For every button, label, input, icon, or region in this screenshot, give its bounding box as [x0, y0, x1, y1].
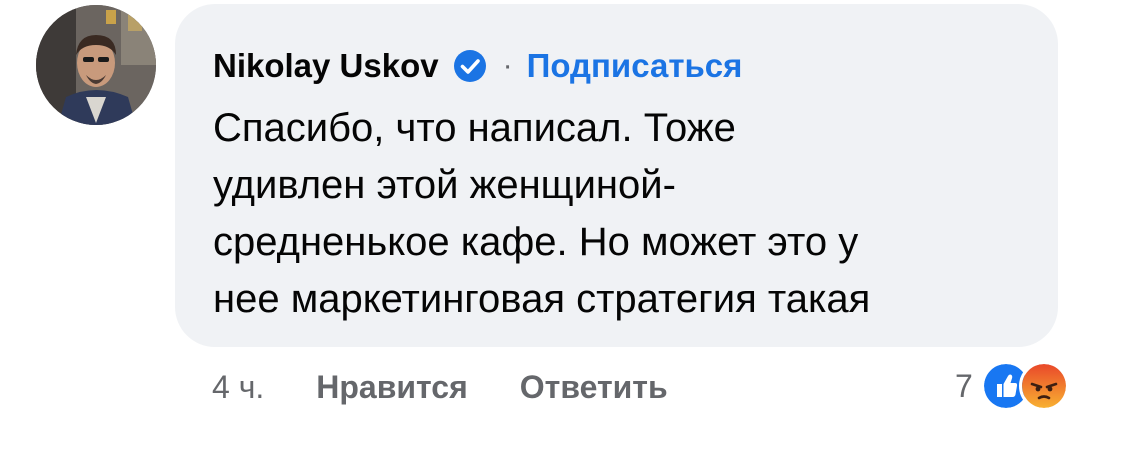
reaction-summary[interactable]: 7: [955, 358, 1069, 414]
verified-badge-icon: [453, 50, 486, 82]
comment-header: Nikolay Uskov · Подписаться: [213, 46, 742, 86]
comment: Nikolay Uskov · Подписаться Спасибо, что…: [0, 0, 1125, 450]
comment-actions: 4 ч. Нравится Ответить: [212, 362, 668, 412]
author-name[interactable]: Nikolay Uskov: [213, 47, 439, 85]
comment-bubble: Nikolay Uskov · Подписаться Спасибо, что…: [175, 4, 1058, 347]
comment-text-line: Спасибо, что написал. Тоже: [213, 106, 736, 150]
comment-text: Спасибо, что написал. Тоже удивлен этой …: [213, 100, 1043, 328]
avatar-photo: [36, 5, 156, 125]
timestamp[interactable]: 4 ч.: [212, 369, 264, 406]
separator-dot: ·: [502, 49, 513, 82]
comment-text-line: нее маркетинговая стратегия такая: [213, 277, 871, 321]
avatar[interactable]: [36, 5, 156, 125]
reply-button[interactable]: Ответить: [520, 369, 668, 406]
comment-text-line: удивлен этой женщиной-: [213, 163, 676, 207]
subscribe-link[interactable]: Подписаться: [527, 47, 743, 85]
comment-text-line: средненькое кафе. Но может это у: [213, 220, 859, 264]
angry-icon: [1018, 361, 1069, 411]
like-button[interactable]: Нравится: [316, 369, 468, 406]
reaction-count: 7: [955, 367, 973, 404]
